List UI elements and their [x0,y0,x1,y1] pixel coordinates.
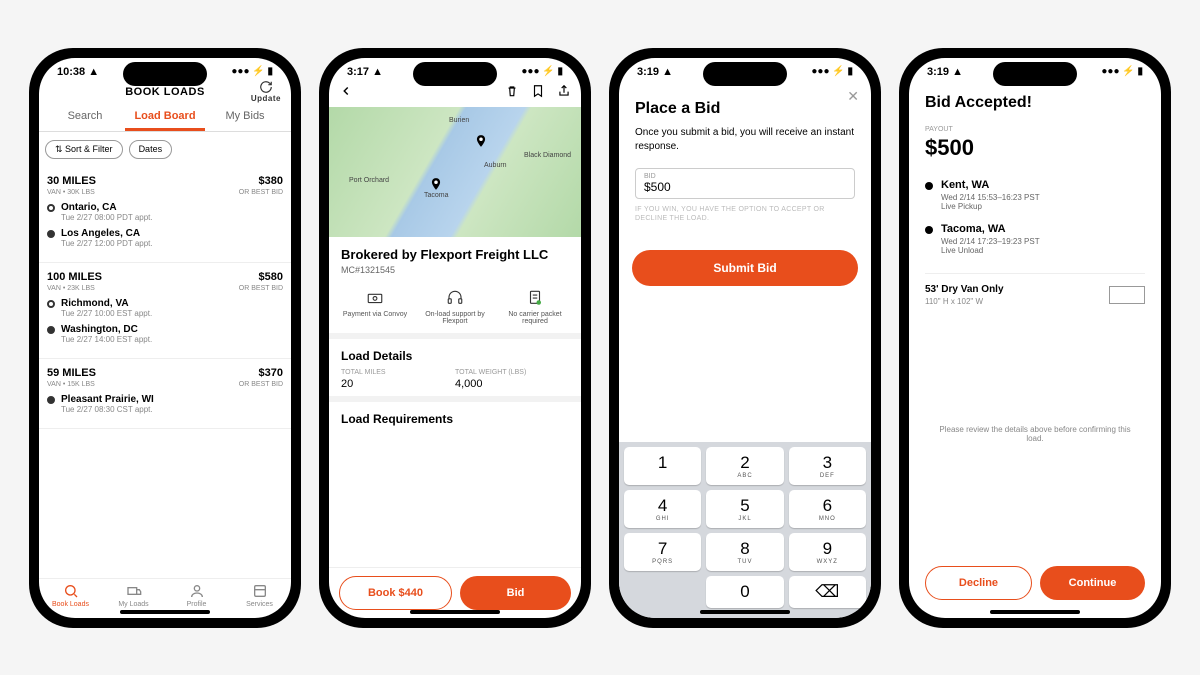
update-button[interactable]: Update [251,80,281,103]
section-load-requirements: Load Requirements [341,412,569,426]
bid-button[interactable]: Bid [460,576,571,610]
dates-chip[interactable]: Dates [129,140,173,159]
bookmark-icon[interactable] [531,84,545,103]
phone-load-detail: 3:17 ▲●●● ⚡ ▮ Burien Tacoma Auburn Black… [319,48,591,628]
map[interactable]: Burien Tacoma Auburn Black Diamond Port … [329,107,581,237]
nav-my-loads[interactable]: My Loads [102,583,165,608]
keypad-key[interactable]: ⌫ [789,576,866,608]
phone-book-loads: 10:38 ▲ ●●● ⚡ ▮ BOOK LOADS Update Search … [29,48,301,628]
tab-search[interactable]: Search [45,104,125,131]
back-button[interactable] [339,84,353,103]
tab-load-board[interactable]: Load Board [125,104,205,131]
keypad-key[interactable]: 1 [624,447,701,485]
map-pin-icon [474,132,488,150]
keypad-key[interactable]: 0 [706,576,783,608]
keypad-key[interactable]: 7PQRS [624,533,701,571]
status-time: 10:38 ▲ [57,66,99,78]
modal-title: Place a Bid [635,100,855,118]
nav-book-loads[interactable]: Book Loads [39,583,102,608]
sort-filter-chip[interactable]: ⇅ Sort & Filter [45,140,123,159]
trailer-icon [1109,286,1145,304]
mc-number: MC#1321545 [341,265,569,275]
close-button[interactable]: ✕ [847,88,859,105]
review-text: Please review the details above before c… [925,419,1145,449]
share-icon[interactable] [557,84,571,103]
accepted-title: Bid Accepted! [925,94,1145,112]
status-time: 3:19 ▲ [637,66,673,78]
page-title: BOOK LOADS [125,86,205,98]
delete-icon[interactable] [505,84,519,103]
load-card[interactable]: 100 MILES$580 VAN • 23K LBSOR BEST BID R… [39,263,291,359]
keypad-key[interactable]: 4GHI [624,490,701,528]
phone-place-bid: 3:19 ▲●●● ⚡ ▮ ✕ Place a Bid Once you sub… [609,48,881,628]
keypad-key[interactable]: 2ABC [706,447,783,485]
keypad-key[interactable]: 8TUV [706,533,783,571]
status-time: 3:17 ▲ [347,66,383,78]
keypad-key[interactable] [624,576,701,608]
numeric-keypad: 12ABC3DEF 4GHI5JKL6MNO 7PQRS8TUV9WXYZ0⌫ [619,442,871,618]
feature-support: On-load support by Flexport [415,289,495,325]
total-miles: 20 [341,378,455,390]
feature-payment: Payment via Convoy [335,289,415,325]
bid-input[interactable]: BID $500 [635,168,855,199]
keypad-key[interactable]: 3DEF [789,447,866,485]
keypad-key[interactable]: 6MNO [789,490,866,528]
keypad-key[interactable]: 9WXYZ [789,533,866,571]
modal-description: Once you submit a bid, you will receive … [635,126,855,154]
route-stop: Kent, WAWed 2/14 15:53–16:23 PSTLive Pic… [925,179,1145,211]
continue-button[interactable]: Continue [1040,566,1145,600]
feature-nopacket: No carrier packet required [495,289,575,325]
equipment-type: 53' Dry Van Only [925,284,1004,295]
bid-hint: IF YOU WIN, YOU HAVE THE OPTION TO ACCEP… [635,205,855,225]
book-button[interactable]: Book $440 [339,576,452,610]
nav-profile[interactable]: Profile [165,583,228,608]
submit-bid-button[interactable]: Submit Bid [632,250,859,286]
status-time: 3:19 ▲ [927,66,963,78]
route-stop: Tacoma, WAWed 2/14 17:23–19:23 PSTLive U… [925,223,1145,255]
load-card[interactable]: 59 MILES$370 VAN • 15K LBSOR BEST BID Pl… [39,359,291,429]
keypad-key[interactable]: 5JKL [706,490,783,528]
section-load-details: Load Details [341,349,569,363]
decline-button[interactable]: Decline [925,566,1032,600]
broker-name: Brokered by Flexport Freight LLC [341,247,569,262]
phone-bid-accepted: 3:19 ▲●●● ⚡ ▮ Bid Accepted! PAYOUT $500 … [899,48,1171,628]
payout-amount: $500 [925,135,1145,161]
tab-my-bids[interactable]: My Bids [205,104,285,131]
total-weight: 4,000 [455,378,569,390]
load-card[interactable]: 30 MILES$380 VAN • 30K LBSOR BEST BID On… [39,167,291,263]
nav-services[interactable]: Services [228,583,291,608]
tabs: Search Load Board My Bids [39,104,291,132]
map-pin-icon [429,175,443,193]
status-icons: ●●● ⚡ ▮ [231,66,273,77]
